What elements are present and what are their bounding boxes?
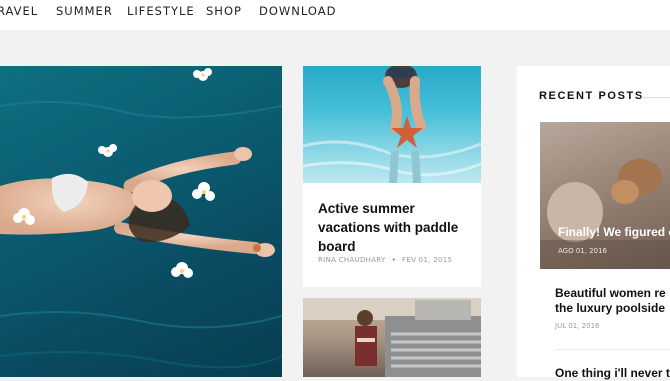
- recent-post-divider: [555, 349, 670, 350]
- post-card-image[interactable]: [303, 66, 481, 183]
- train-illustration: [303, 298, 481, 377]
- nav-item-lifestyle[interactable]: LIFESTYLE: [127, 4, 195, 18]
- recent-post-title[interactable]: Beautiful women re the luxury poolside: [555, 286, 670, 316]
- recent-post-title[interactable]: One thing i'll never t: [555, 366, 670, 381]
- featured-post-title[interactable]: Finally! We figured o: [558, 225, 670, 239]
- recent-post-title-line[interactable]: One thing i'll never t: [555, 366, 670, 381]
- nav-item-summer[interactable]: SUMMER: [56, 4, 113, 18]
- post-card[interactable]: [303, 298, 481, 377]
- recent-post-date: JUL 01, 2016: [555, 322, 600, 330]
- heading-divider: [641, 97, 670, 98]
- nav-item-shop[interactable]: SHOP: [206, 4, 242, 18]
- top-navigation: RAVEL SUMMER LIFESTYLE SHOP DOWNLOAD: [0, 0, 670, 30]
- hero-illustration: [0, 68, 282, 369]
- recent-post-title-line[interactable]: Beautiful women re: [555, 286, 670, 301]
- post-card[interactable]: Active summer vacations with paddle boar…: [303, 66, 481, 287]
- nav-item-download[interactable]: DOWNLOAD: [259, 4, 336, 18]
- recent-posts-heading: RECENT POSTS: [539, 90, 644, 102]
- hero-post-image[interactable]: [0, 66, 282, 377]
- featured-post-date: AGO 01, 2016: [558, 247, 607, 255]
- recent-post-title-line[interactable]: the luxury poolside: [555, 301, 670, 316]
- post-title[interactable]: Active summer vacations with paddle boar…: [318, 199, 473, 256]
- post-card-image[interactable]: [303, 298, 481, 377]
- post-author[interactable]: RINA CHAUDHARY: [318, 256, 386, 264]
- sidebar: RECENT POSTS Finally! We figured o AGO 0…: [517, 66, 670, 380]
- featured-recent-post[interactable]: Finally! We figured o AGO 01, 2016: [540, 122, 670, 269]
- post-meta: RINA CHAUDHARY • FEV 01, 2015: [318, 256, 452, 264]
- meta-separator: •: [391, 256, 397, 264]
- snorkel-illustration: [303, 66, 481, 183]
- nav-item-travel[interactable]: RAVEL: [0, 4, 38, 18]
- post-date: FEV 01, 2015: [402, 256, 453, 264]
